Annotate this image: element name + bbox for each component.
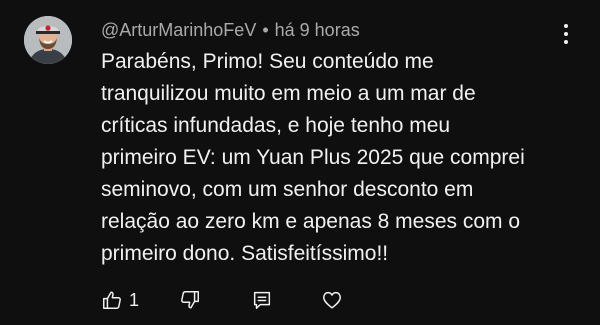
thumbs-up-icon <box>103 291 121 309</box>
like-count: 1 <box>129 289 140 310</box>
avatar[interactable] <box>24 16 72 64</box>
heart-button[interactable] <box>321 285 343 315</box>
reply-icon <box>253 291 271 309</box>
heart-icon <box>323 291 341 309</box>
comment-text: Parabéns, Primo! Seu conteúdo me tranqui… <box>101 50 525 265</box>
comment-actions: 1 <box>101 285 343 315</box>
reply-button[interactable] <box>251 285 273 315</box>
thumbs-down-icon <box>181 291 199 309</box>
comment-card: @ArturMarinhoFeV • há 9 horas Parabéns, Pr… <box>0 0 600 325</box>
like-button[interactable]: 1 <box>101 285 179 315</box>
more-vert-icon[interactable] <box>556 20 576 48</box>
comment-header: @ArturMarinhoFeV • há 9 horas <box>101 18 360 42</box>
comment-time[interactable]: há 9 horas <box>275 20 360 40</box>
author-name[interactable]: @ArturMarinhoFeV <box>101 20 256 40</box>
header-separator: • <box>262 20 269 40</box>
dislike-button[interactable] <box>179 285 201 315</box>
